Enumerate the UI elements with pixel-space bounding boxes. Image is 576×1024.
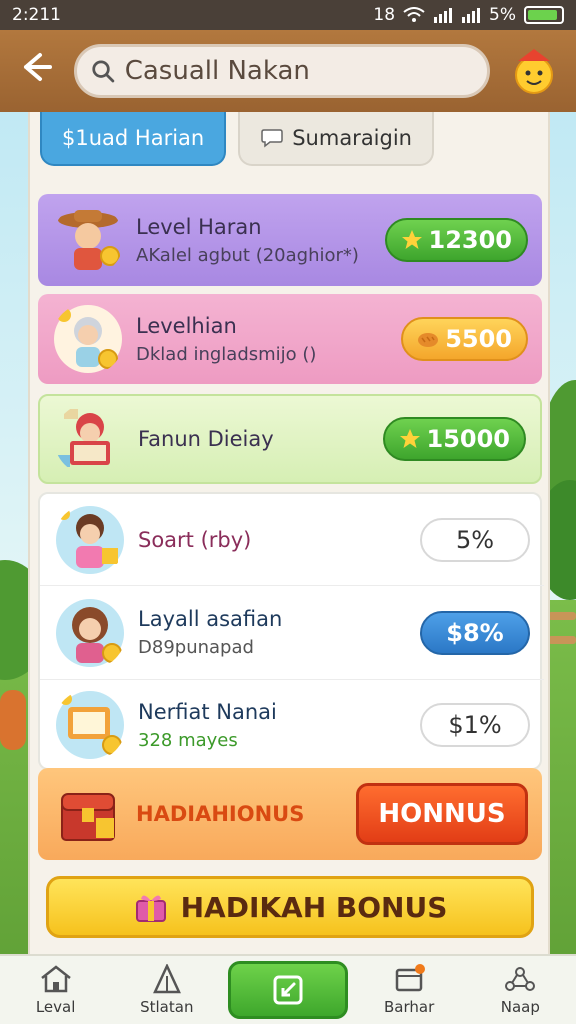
reader-avatar-icon [58, 409, 110, 467]
battery-percent: 5% [489, 5, 516, 25]
treasure-chest-icon [61, 793, 115, 841]
list-item[interactable]: Fanun Dieiay 15000 [38, 394, 542, 484]
item-text: Layall asafian D89punapad [126, 607, 420, 658]
nav-map[interactable]: Naap [470, 964, 570, 1016]
bonus-row: HADIAHIONUS HONNUS [38, 768, 542, 860]
network-icon [505, 967, 536, 991]
back-arrow-icon[interactable] [14, 49, 58, 93]
item-title: Nerfiat Nanai [138, 699, 277, 724]
nav-label: Barhar [384, 998, 435, 1016]
nav-label: Stlatan [140, 998, 194, 1016]
list-item[interactable]: Level Haran AKalel agbut (20aghior*) 123… [38, 194, 542, 286]
nav-level[interactable]: Leval [6, 964, 106, 1016]
cowgirl-avatar-icon [58, 210, 120, 270]
item-text: Nerfiat Nanai 328 mayes [126, 700, 420, 751]
tab-bar: $1uad Harian Sumaraigin [40, 112, 434, 178]
bonus-button-label: HONNUS [378, 799, 506, 829]
item-title: Fanun Dieiay [138, 427, 274, 451]
stat-value: $8% [446, 618, 504, 647]
item-subtitle: AKalel agbut (20aghior*) [136, 244, 359, 266]
reward-value: 15000 [426, 425, 511, 453]
list-item[interactable]: Soart (rby) 5% [40, 494, 544, 586]
reward-value-pill[interactable]: 12300 [384, 218, 528, 262]
item-title: Soart (rby) [138, 527, 252, 552]
fence [548, 612, 576, 620]
granny-avatar-icon [54, 305, 122, 373]
bottom-navigation: Leval Stlatan Barhar Naap [0, 954, 576, 1024]
tab-label: Sumaraigin [292, 126, 412, 150]
home-icon [40, 965, 71, 993]
item-text: Level Haran AKalel agbut (20aghior*) [124, 215, 385, 266]
star-icon [399, 429, 420, 448]
battery-icon [524, 6, 564, 24]
item-title: Layall asafian [138, 607, 283, 631]
mascot-icon[interactable] [506, 43, 562, 99]
item-subtitle: Dklad ingladsmijo () [136, 343, 317, 365]
reward-value-pill[interactable]: 15000 [382, 417, 526, 461]
signal-bars-icon [434, 8, 453, 23]
star-icon [401, 230, 422, 249]
tablet-avatar-icon [56, 691, 124, 759]
item-text: Soart (rby) [126, 528, 420, 552]
status-bar: 2:211 18 5% [0, 0, 576, 30]
woman-avatar-icon [56, 598, 124, 667]
big-bonus-label: HADIKAH BONUS [180, 890, 448, 924]
list-item[interactable]: Nerfiat Nanai 328 mayes $1% [40, 680, 544, 770]
bonus-button[interactable]: HONNUS [356, 783, 528, 845]
reward-value: 12300 [428, 226, 513, 254]
nav-center-action[interactable] [227, 961, 348, 1019]
tab-summary[interactable]: Sumaraigin [238, 112, 434, 166]
gift-icon [135, 895, 166, 922]
stat-value-pill[interactable]: $1% [420, 703, 530, 747]
big-bonus-button[interactable]: HADIKAH BONUS [46, 876, 534, 938]
nav-station[interactable]: Stlatan [117, 964, 217, 1016]
stat-value-pill[interactable]: 5% [420, 517, 530, 562]
tab-daily[interactable]: $1uad Harian [40, 112, 227, 166]
item-subtitle: D89punapad [138, 637, 254, 658]
app-header [0, 30, 576, 112]
nav-label: Naap [500, 998, 540, 1016]
wifi-icon [403, 7, 425, 22]
stat-value-pill[interactable]: $8% [420, 610, 530, 655]
shop-icon [395, 964, 426, 992]
bonus-label: HADIAHIONUS [136, 802, 305, 826]
nav-bar[interactable]: Barhar [359, 964, 459, 1016]
stats-list: Soart (rby) 5% Layall asafian D89punapad [38, 492, 544, 770]
status-time: 2:211 [12, 5, 61, 25]
search-input[interactable] [124, 56, 473, 86]
search-icon [92, 60, 115, 83]
main-panel: $1uad Harian Sumaraigin Level Haran AKal… [28, 112, 550, 954]
reward-value: 5500 [445, 325, 512, 353]
list-item[interactable]: Layall asafian D89punapad $8% [40, 586, 544, 680]
tab-label: $1uad Harian [62, 126, 205, 150]
tent-icon [152, 964, 181, 994]
stat-value: 5% [455, 525, 495, 554]
girl-avatar-icon [56, 505, 124, 574]
item-text: Fanun Dieiay [126, 427, 383, 451]
list-item[interactable]: Levelhian Dklad ingladsmijo () 5500 [38, 294, 542, 384]
signal-text: 18 [373, 5, 396, 25]
item-text: Levelhian Dklad ingladsmijo () [124, 314, 401, 365]
fence [548, 636, 576, 644]
chat-bubble-icon [261, 129, 283, 148]
nav-label: Leval [35, 998, 76, 1016]
search-bar[interactable] [74, 44, 490, 98]
item-title: Levelhian [136, 313, 237, 338]
status-icons: 18 5% [373, 5, 564, 25]
bread-icon [418, 333, 439, 347]
item-subtitle: 328 mayes [138, 729, 238, 751]
edit-icon [273, 975, 303, 1005]
item-title: Level Haran [136, 214, 262, 239]
barrel [0, 690, 26, 750]
stat-value: $1% [448, 711, 502, 739]
signal-bars-icon [462, 8, 481, 23]
reward-value-pill[interactable]: 5500 [401, 317, 528, 361]
